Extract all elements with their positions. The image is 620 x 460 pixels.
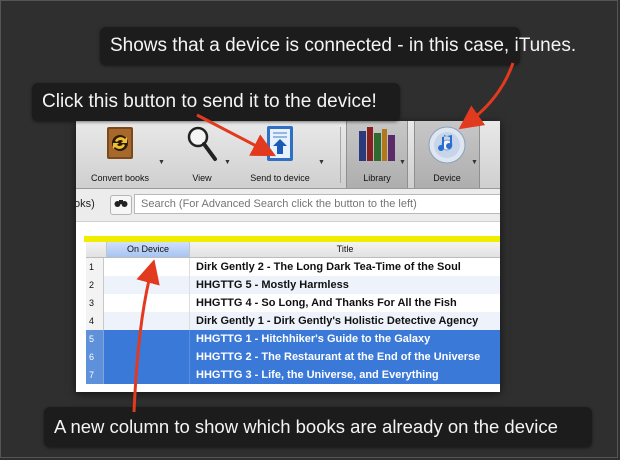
title-cell: HHGTTG 2 - The Restaurant at the End of … <box>196 351 481 363</box>
send-to-device-icon <box>265 125 295 168</box>
magnifier-icon <box>185 125 219 168</box>
title-cell: HHGTTG 1 - Hitchhiker's Guide to the Gal… <box>196 333 431 345</box>
chevron-down-icon: ▼ <box>318 159 325 166</box>
row-number: 2 <box>86 276 104 294</box>
callout-new-column: A new column to show which books are alr… <box>44 407 592 447</box>
book-convert-icon <box>103 125 137 166</box>
table-header: On Device Title <box>86 242 500 258</box>
convert-books-button[interactable]: ▼ Convert books <box>80 121 165 188</box>
table-row[interactable]: 1 Dirk Gently 2 - The Long Dark Tea-Time … <box>86 258 500 276</box>
table-row[interactable]: 4 Dirk Gently 1 - Dirk Gently's Holistic … <box>86 312 500 330</box>
title-cell: HHGTTG 5 - Mostly Harmless <box>196 279 349 291</box>
row-number-header <box>86 242 107 257</box>
table-row[interactable]: 5 HHGTTG 1 - Hitchhiker's Guide to the Ga… <box>86 330 500 348</box>
chevron-down-icon: ▼ <box>399 159 406 166</box>
itunes-device-icon <box>427 125 467 170</box>
saved-search-label: oks) <box>76 198 95 210</box>
on-device-cell <box>107 348 190 366</box>
toolbar: ▼ Convert books ▼ View ▼ Send to device … <box>76 121 500 189</box>
chevron-down-icon: ▼ <box>224 159 231 166</box>
callout-itunes: Shows that a device is connected - in th… <box>100 27 576 65</box>
table-row[interactable]: 6 HHGTTG 2 - The Restaurant at the End of… <box>86 348 500 366</box>
table-row[interactable]: 2 HHGTTG 5 - Mostly Harmless <box>86 276 500 294</box>
library-button[interactable]: ▼ Library <box>346 121 408 188</box>
calibre-window: ▼ Convert books ▼ View ▼ Send to device … <box>76 121 500 392</box>
books-table: On Device Title 1 Dirk Gently 2 - The Lon… <box>86 242 500 384</box>
search-bar: oks) <box>76 189 500 222</box>
advanced-search-button[interactable] <box>110 195 132 215</box>
row-number: 5 <box>86 330 104 348</box>
on-device-cell <box>107 258 190 276</box>
title-column-header[interactable]: Title <box>190 242 500 257</box>
library-label: Library <box>363 173 391 183</box>
callout-send-button: Click this button to send it to the devi… <box>32 83 400 121</box>
binoculars-icon <box>114 199 128 211</box>
chevron-down-icon: ▼ <box>471 159 478 166</box>
view-label: View <box>192 173 212 183</box>
on-device-cell <box>107 330 190 348</box>
device-label: Device <box>433 173 461 183</box>
table-row[interactable]: 7 HHGTTG 3 - Life, the Universe, and Ever… <box>86 366 500 384</box>
row-number: 1 <box>86 258 104 276</box>
row-number: 7 <box>86 366 104 384</box>
on-device-cell <box>107 276 190 294</box>
table-row[interactable]: 3 HHGTTG 4 - So Long, And Thanks For All … <box>86 294 500 312</box>
toolbar-separator <box>340 127 341 183</box>
on-device-cell <box>107 312 190 330</box>
row-number: 6 <box>86 348 104 366</box>
row-number: 4 <box>86 312 104 330</box>
send-to-device-label: Send to device <box>250 173 310 183</box>
chevron-down-icon: ▼ <box>158 159 165 166</box>
search-input[interactable] <box>134 194 500 214</box>
view-button[interactable]: ▼ View <box>172 121 232 188</box>
on-device-cell <box>107 294 190 312</box>
title-cell: HHGTTG 4 - So Long, And Thanks For All t… <box>196 297 457 309</box>
convert-books-label: Convert books <box>90 173 150 183</box>
on-device-cell <box>107 366 190 384</box>
row-number: 3 <box>86 294 104 312</box>
send-to-device-button[interactable]: ▼ Send to device <box>240 121 325 188</box>
title-cell: Dirk Gently 2 - The Long Dark Tea-Time o… <box>196 261 461 273</box>
title-cell: Dirk Gently 1 - Dirk Gently's Holistic D… <box>196 315 479 327</box>
title-cell: HHGTTG 3 - Life, the Universe, and Every… <box>196 369 439 381</box>
library-books-icon <box>357 125 397 168</box>
on-device-column-header[interactable]: On Device <box>107 242 190 257</box>
device-button[interactable]: ▼ Device <box>414 121 480 188</box>
